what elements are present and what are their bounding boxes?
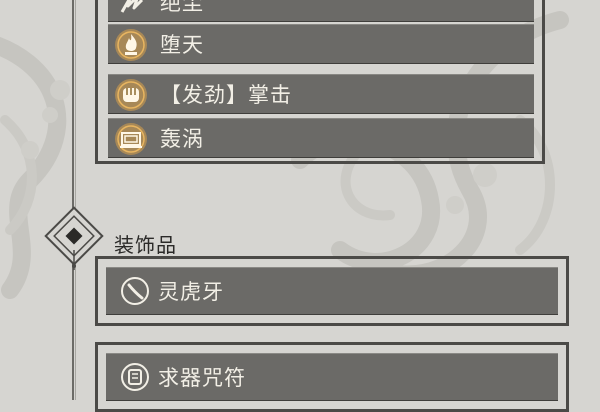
accessory-row-linghuya[interactable]: 灵虎牙 xyxy=(106,267,558,315)
accessory-frame: 求器咒符 xyxy=(95,342,569,412)
fang-icon xyxy=(121,277,149,305)
section-title-accessories: 装饰品 xyxy=(114,233,177,257)
fist-icon xyxy=(115,79,147,111)
skill-row-fajin-zhangji[interactable]: 【发劲】掌击 xyxy=(108,74,534,114)
dash-slash-icon xyxy=(120,0,144,13)
skill-label: 堕天 xyxy=(160,33,204,57)
accessory-label: 灵虎牙 xyxy=(158,280,224,304)
skill-row-juechen[interactable]: 绝尘 xyxy=(108,0,534,22)
flame-icon xyxy=(115,29,147,61)
skill-label: 轰涡 xyxy=(160,127,204,151)
skill-row-duotian[interactable]: 堕天 xyxy=(108,24,534,64)
accessory-frame: 灵虎牙 xyxy=(95,256,569,326)
vortex-icon xyxy=(115,123,147,155)
skill-label: 【发劲】掌击 xyxy=(160,83,292,107)
talisman-icon xyxy=(121,363,149,391)
accessory-row-qiuqi-zhoufu[interactable]: 求器咒符 xyxy=(106,353,558,401)
skill-row-hongwo[interactable]: 轰涡 xyxy=(108,118,534,158)
accessory-label: 求器咒符 xyxy=(158,366,246,390)
skill-label: 绝尘 xyxy=(160,0,204,15)
